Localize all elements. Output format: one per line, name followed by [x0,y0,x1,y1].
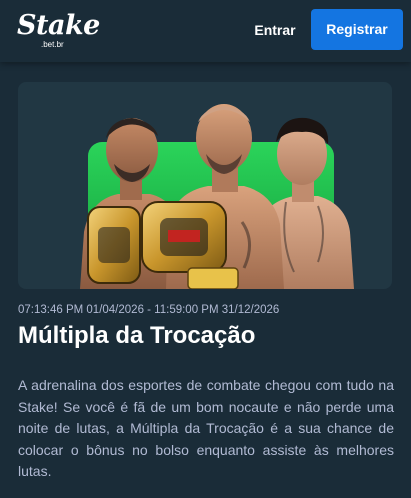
login-button[interactable]: Entrar [252,14,298,46]
ufc-fighters-illustration [80,104,354,289]
promo-date-range: 07:13:46 PM 01/04/2026 - 11:59:00 PM 31/… [18,304,280,316]
promo-description: A adrenalina dos esportes de combate che… [18,377,394,480]
promo-title: Múltipla da Trocação [18,322,256,349]
top-navbar: Stake .bet.br Entrar Registrar [0,0,411,62]
promo-banner [18,82,392,289]
logo-wordmark: Stake [17,10,100,41]
logo-domain: .bet.br [41,40,64,49]
stake-logo[interactable]: Stake .bet.br [17,10,100,50]
register-button[interactable]: Registrar [311,9,403,50]
promotion-detail: 07:13:46 PM 01/04/2026 - 11:59:00 PM 31/… [0,62,411,498]
